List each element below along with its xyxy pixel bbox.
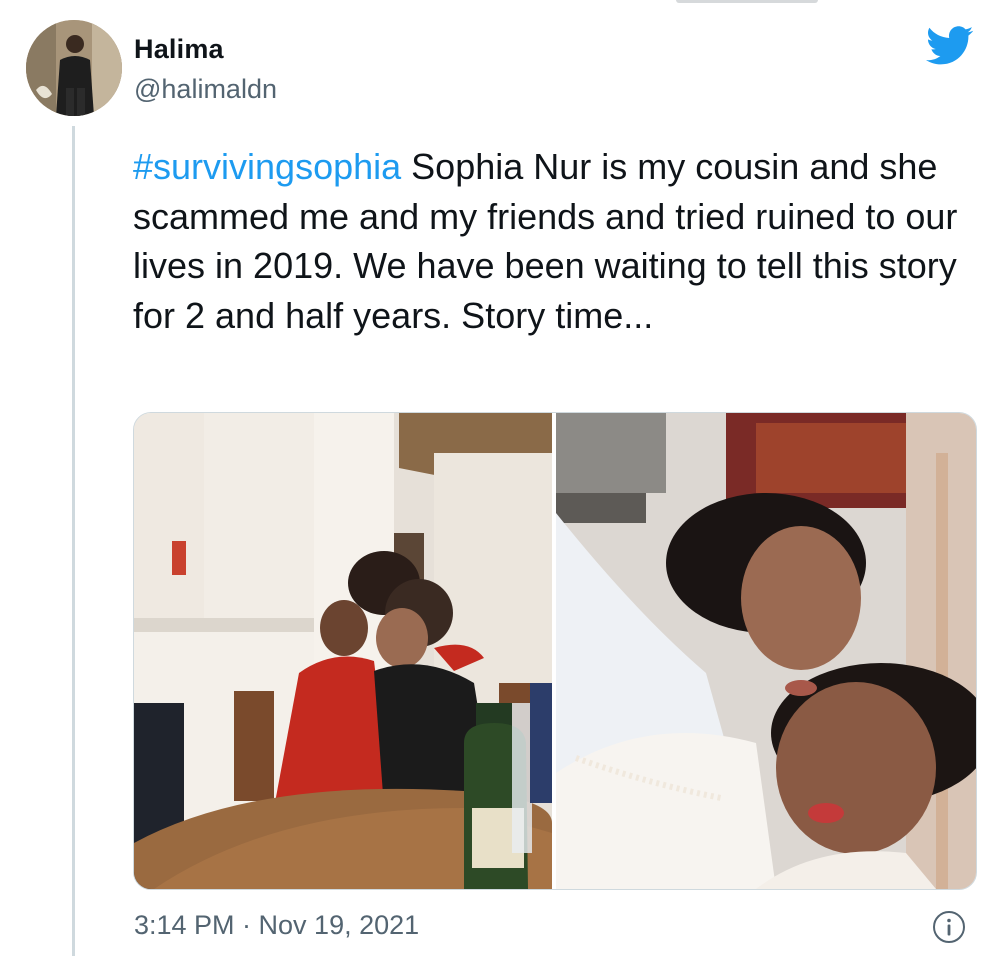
info-icon[interactable] bbox=[932, 910, 966, 944]
twitter-bird-icon[interactable] bbox=[926, 26, 974, 66]
photo-left[interactable] bbox=[134, 413, 552, 889]
tweet-timestamp[interactable]: 3:14 PM · Nov 19, 2021 bbox=[134, 910, 419, 941]
user-handle[interactable]: @halimaldn bbox=[134, 74, 277, 105]
photo-right[interactable] bbox=[556, 413, 976, 889]
hashtag-link[interactable]: #survivingsophia bbox=[133, 146, 401, 187]
thread-line bbox=[72, 126, 75, 956]
tweet-text: #survivingsophia Sophia Nur is my cousin… bbox=[133, 142, 993, 340]
top-tab-indicator bbox=[676, 0, 818, 3]
display-name[interactable]: Halima bbox=[134, 34, 224, 65]
media-grid bbox=[133, 412, 977, 890]
avatar[interactable] bbox=[26, 20, 122, 116]
